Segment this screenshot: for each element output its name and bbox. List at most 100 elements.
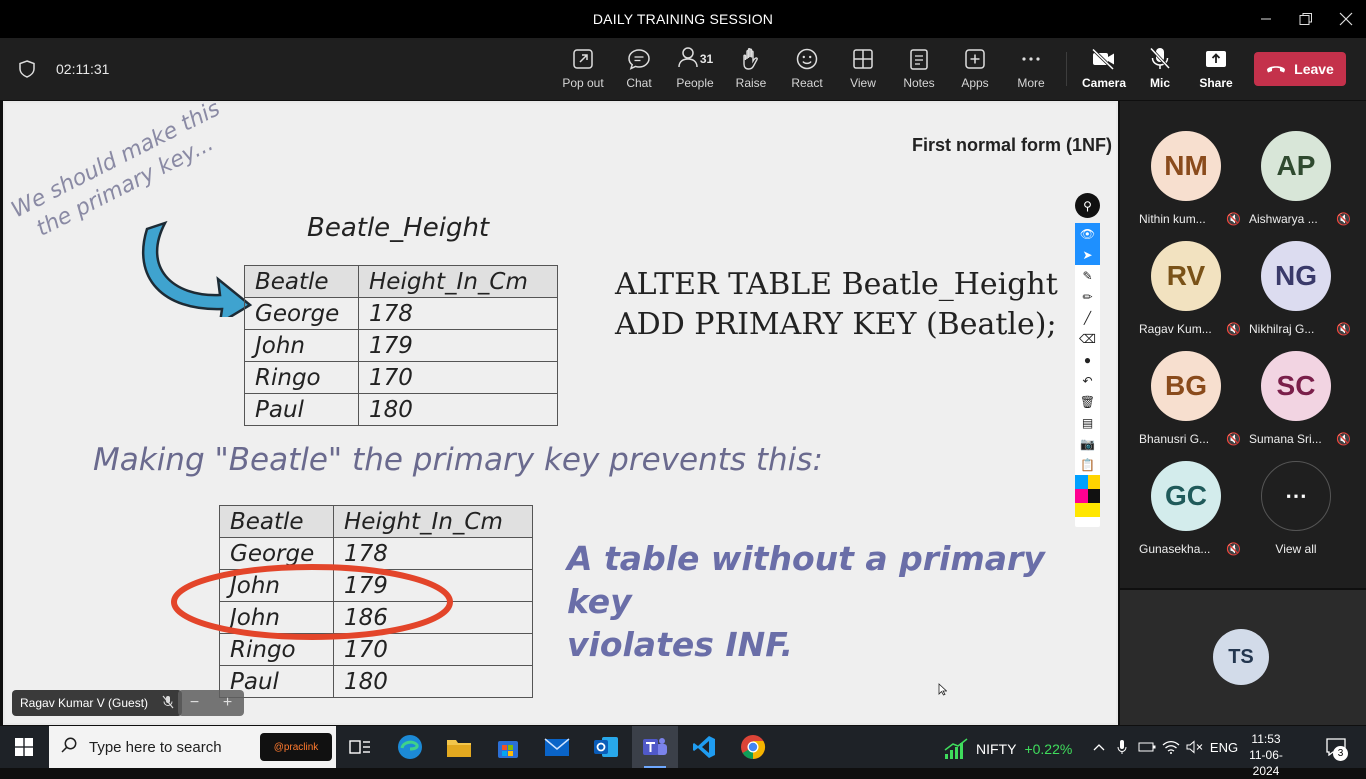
participant-tile[interactable]: RV Ragav Kum... 🔇 xyxy=(1131,241,1241,351)
mic-muted-icon: 🔇 xyxy=(1226,542,1241,556)
store-app-icon[interactable] xyxy=(485,726,531,768)
participant-gallery: NM Nithin kum... 🔇 AP Aishwarya ... 🔇 RV R… xyxy=(1120,101,1366,588)
participant-tile[interactable]: SC Sumana Sri... 🔇 xyxy=(1241,351,1351,461)
mic-muted-icon: 🔇 xyxy=(1336,432,1351,446)
highlighter-tool-icon[interactable]: ✏ xyxy=(1075,286,1100,307)
clipboard-icon[interactable]: 📋 xyxy=(1075,454,1100,475)
vscode-app-icon[interactable] xyxy=(681,726,727,768)
pointer-tool-icon[interactable]: ➤ xyxy=(1075,244,1100,265)
annotation-pin-button[interactable]: ⚲ xyxy=(1075,193,1100,218)
zoom-out-button[interactable]: − xyxy=(190,694,199,712)
edge-app-icon[interactable] xyxy=(387,726,433,768)
line-tool-icon[interactable]: ╱ xyxy=(1075,307,1100,328)
mic-muted-icon: 🔇 xyxy=(1226,212,1241,226)
notifications-button[interactable]: 3 xyxy=(1316,726,1356,768)
people-count: 31 xyxy=(699,52,714,66)
participant-tile[interactable]: AP Aishwarya ... 🔇 xyxy=(1241,131,1351,241)
mic-off-icon xyxy=(1149,46,1171,72)
eraser-tool-icon[interactable]: ⌫ xyxy=(1075,328,1100,349)
minimize-icon xyxy=(1261,18,1271,20)
table-row: Paul 180 xyxy=(219,665,533,698)
camera-button[interactable]: Camera xyxy=(1076,46,1132,96)
table-row: John 179 xyxy=(244,329,558,362)
participant-tile[interactable]: NM Nithin kum... 🔇 xyxy=(1131,131,1241,241)
participant-tile[interactable]: GC Gunasekha... 🔇 xyxy=(1131,461,1241,571)
chevron-up-icon[interactable] xyxy=(1088,726,1110,768)
smile-icon xyxy=(796,46,818,72)
task-view-icon xyxy=(349,740,370,754)
pop-out-button[interactable]: Pop out xyxy=(555,46,611,96)
more-button[interactable]: More xyxy=(1003,46,1059,96)
file-explorer-icon[interactable] xyxy=(436,726,482,768)
participant-tile[interactable]: NG Nikhilraj G... 🔇 xyxy=(1241,241,1351,351)
mic-button[interactable]: Mic xyxy=(1132,46,1188,96)
battery-icon[interactable] xyxy=(1136,726,1158,768)
volume-muted-icon[interactable] xyxy=(1184,726,1206,768)
trash-icon[interactable]: 🗑 xyxy=(1075,391,1100,412)
apps-button[interactable]: Apps xyxy=(947,46,1003,96)
teams-app-icon[interactable] xyxy=(632,726,678,768)
pop-out-icon xyxy=(572,46,594,72)
color-palette[interactable] xyxy=(1075,475,1100,517)
arrow-graphic xyxy=(141,220,253,317)
people-icon xyxy=(677,46,699,73)
avatar: AP xyxy=(1261,131,1331,201)
chrome-app-icon[interactable] xyxy=(730,726,776,768)
violates-caption: A table without a primary key violates I… xyxy=(567,539,1045,664)
zoom-in-button[interactable]: + xyxy=(223,694,232,712)
start-button[interactable] xyxy=(0,726,48,768)
eye-tool-icon[interactable]: 👁 xyxy=(1075,223,1100,244)
board-icon[interactable]: ▤ xyxy=(1075,412,1100,433)
restore-icon xyxy=(1299,13,1312,25)
leave-button[interactable]: Leave xyxy=(1254,52,1346,86)
plus-square-icon xyxy=(964,46,986,72)
mic-muted-icon: 🔇 xyxy=(1226,322,1241,336)
people-button[interactable]: 31 People xyxy=(667,46,723,96)
restore-button[interactable] xyxy=(1286,0,1326,38)
avatar: GC xyxy=(1151,461,1221,531)
close-button[interactable] xyxy=(1326,0,1366,38)
shield-icon xyxy=(19,60,35,83)
minimize-button[interactable] xyxy=(1246,0,1286,38)
react-button[interactable]: React xyxy=(779,46,835,96)
mail-app-icon[interactable] xyxy=(534,726,580,768)
chat-button[interactable]: Chat xyxy=(611,46,667,96)
view-all-button[interactable]: ⋯ View all xyxy=(1241,461,1351,571)
pen-tool-icon[interactable]: ✎ xyxy=(1075,265,1100,286)
ellipsis-icon: ⋯ xyxy=(1261,461,1331,531)
dot-size-icon[interactable]: ● xyxy=(1075,349,1100,370)
camera-off-icon xyxy=(1091,46,1117,72)
outlook-app-icon[interactable] xyxy=(583,726,629,768)
table-row: Paul 180 xyxy=(244,393,558,426)
view-button[interactable]: View xyxy=(835,46,891,96)
stock-chart-icon xyxy=(944,738,968,759)
notes-button[interactable]: Notes xyxy=(891,46,947,96)
avatar: BG xyxy=(1151,351,1221,421)
avatar: NM xyxy=(1151,131,1221,201)
share-button[interactable]: Share xyxy=(1188,46,1244,96)
search-promo-badge[interactable]: @praclink xyxy=(260,733,332,761)
participant-tile[interactable]: BG Bhanusri G... 🔇 xyxy=(1131,351,1241,461)
beatle-height-table: Beatle Height_In_Cm George 178 John 179 Ri… xyxy=(244,265,558,426)
camera-snap-icon[interactable]: 📷 xyxy=(1075,433,1100,454)
meeting-timer: 02:11:31 xyxy=(56,61,110,77)
table-row: George 178 xyxy=(244,297,558,330)
windows-logo-icon xyxy=(15,738,33,756)
system-clock[interactable]: 11:53 11-06-2024 xyxy=(1236,731,1296,779)
microphone-icon[interactable] xyxy=(1112,726,1132,768)
raise-hand-button[interactable]: Raise xyxy=(723,46,779,96)
red-circle-annotation xyxy=(171,564,453,640)
task-view-button[interactable] xyxy=(337,726,383,768)
window-title: DAILY TRAINING SESSION xyxy=(592,11,774,27)
table-header-row: Beatle Height_In_Cm xyxy=(219,505,533,538)
chat-icon xyxy=(627,46,651,72)
undo-icon[interactable]: ↶ xyxy=(1075,370,1100,391)
mic-muted-icon xyxy=(162,695,174,712)
wifi-icon[interactable] xyxy=(1160,726,1182,768)
hand-icon xyxy=(740,46,762,72)
stock-widget[interactable]: NIFTY +0.22% xyxy=(944,738,1072,760)
prevents-caption: Making "Beatle" the primary key prevents… xyxy=(93,442,823,478)
sql-statement: ALTER TABLE Beatle_Height ADD PRIMARY KE… xyxy=(615,267,1058,342)
grid-icon xyxy=(852,46,874,72)
window-titlebar: DAILY TRAINING SESSION xyxy=(0,0,1366,38)
